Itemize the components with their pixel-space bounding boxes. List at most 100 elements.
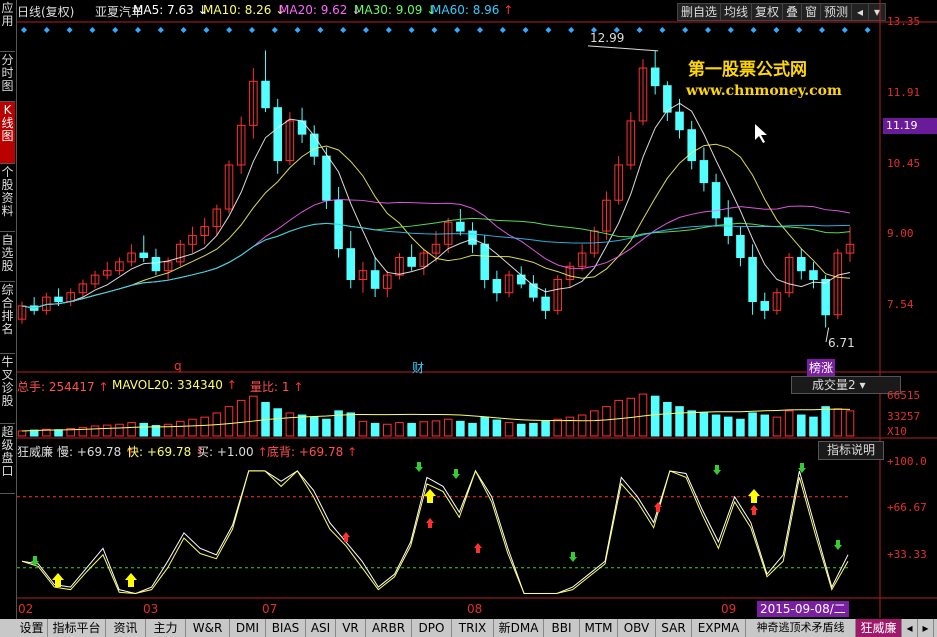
tab-dpo[interactable]: DPO [412, 619, 452, 637]
signal-diamond-icon [522, 27, 529, 33]
volume-bar [687, 410, 696, 437]
volume-axis-label: 66515 [887, 389, 921, 402]
tab-dmi[interactable]: DMI [230, 619, 266, 637]
tab-mtm[interactable]: MTM [580, 619, 618, 637]
candle-body [699, 160, 709, 184]
tab-scroll-right-icon[interactable]: ▸ [918, 619, 934, 637]
volume-bar [650, 395, 660, 437]
candle-body [797, 256, 806, 272]
tab-sar[interactable]: SAR [656, 619, 692, 637]
tab-expma[interactable]: EXPMA [692, 619, 746, 637]
volume-bar [370, 422, 380, 437]
signal-up-arrow-icon [125, 573, 137, 587]
tab-scroll-left-icon[interactable]: ◂ [902, 619, 918, 637]
indicator-divergence: 底背: +69.78 ↑ [267, 445, 358, 459]
volume-bar [407, 422, 416, 437]
tab-indicator-platform[interactable]: 指标平台 [48, 619, 106, 637]
x-axis-label: 09 [721, 602, 737, 616]
candle-body [139, 252, 149, 258]
volume-bar [334, 410, 343, 437]
volume-bar [90, 425, 100, 437]
signal-diamond-icon [841, 27, 848, 33]
signal-diamond-icon [294, 27, 301, 33]
indicator-tab-bar: 设置 指标平台 资讯 主力 W&R DMI BIAS ASI VR ARBR D… [0, 619, 937, 637]
candle-body [736, 234, 745, 258]
candle-body [748, 256, 757, 303]
volume-bar [504, 422, 514, 437]
volume-bar [163, 423, 173, 437]
volume-bar [115, 423, 124, 437]
volume-bar [675, 406, 684, 437]
volume-bar [273, 408, 282, 437]
tab-obv[interactable]: OBV [618, 619, 656, 637]
signal-diamond-icon [89, 27, 96, 33]
signal-up-arrow-icon [748, 489, 760, 503]
tab-settings[interactable]: 设置 [16, 619, 48, 637]
candle-body [675, 111, 684, 131]
signal-diamond-icon [157, 27, 164, 33]
volume-bar [431, 420, 441, 437]
volume-bar [663, 401, 672, 437]
volume-bar [553, 418, 563, 437]
volume-bar [638, 393, 648, 437]
tab-bias[interactable]: BIAS [266, 619, 306, 637]
tab-escape-top[interactable]: 神奇逃顶术矛盾线 [746, 619, 856, 637]
mouse-cursor-icon [755, 124, 767, 143]
kline-chart[interactable] [0, 0, 937, 637]
volume-bar [784, 410, 794, 437]
chevron-down-icon: ▾ [859, 378, 866, 392]
tab-wr[interactable]: W&R [186, 619, 230, 637]
volume-selector[interactable]: 成交量2 ▾ [791, 376, 901, 394]
signal-up-arrow-icon [426, 518, 434, 528]
volume-header: 总手: 254417 ↑ MAVOL20: 334340 ↑ 量比: 1 ↑ [17, 377, 777, 394]
volume-bar [736, 418, 745, 437]
signal-diamond-icon [545, 27, 552, 33]
total-volume: 总手: 254417 ↑ [17, 380, 109, 394]
finance-marker: 财 [412, 361, 425, 375]
candle-body [370, 270, 380, 289]
volume-bar [188, 418, 197, 437]
volume-bar [346, 412, 356, 437]
indicator-axis-label: +100.0 [887, 455, 927, 468]
candle-body [492, 279, 502, 294]
candle-body [273, 107, 282, 162]
tab-main-force[interactable]: 主力 [146, 619, 186, 637]
volume-bar [845, 410, 855, 437]
signal-diamond-icon [43, 27, 50, 33]
tab-new-dma[interactable]: 新DMA [494, 619, 544, 637]
signal-diamond-icon [727, 27, 734, 33]
signal-diamond-icon [568, 27, 575, 33]
tab-vr[interactable]: VR [336, 619, 366, 637]
candle-body [760, 301, 770, 311]
signal-diamond-icon [363, 27, 369, 33]
volume-bar [480, 416, 489, 437]
x-axis-label: 07 [262, 602, 278, 616]
candle-body [711, 182, 721, 219]
tab-trix[interactable]: TRIX [452, 619, 494, 637]
tab-arbr[interactable]: ARBR [366, 619, 412, 637]
volume-bar [602, 406, 611, 437]
indicator-buy: 买: +1.00 ↑ [197, 445, 268, 459]
tab-crazy-williams[interactable]: 狂威廉 [856, 619, 902, 637]
volume-bar [176, 420, 185, 437]
volume-axis-label: X10 [887, 425, 907, 438]
tab-bbi[interactable]: BBI [544, 619, 580, 637]
volume-bar [748, 412, 757, 437]
candle-body [407, 256, 416, 267]
volume-bar [529, 422, 538, 437]
volume-bar [711, 414, 721, 437]
volume-bar [102, 424, 112, 437]
signal-down-arrow-icon [569, 552, 577, 562]
signal-down-arrow-icon [452, 469, 460, 479]
signal-up-arrow-icon [750, 505, 758, 515]
tab-news[interactable]: 资讯 [106, 619, 146, 637]
candle-body [297, 120, 307, 135]
signal-diamond-icon [682, 27, 689, 33]
indicator-help-button[interactable]: 指标说明 [818, 441, 884, 460]
tab-asi[interactable]: ASI [306, 619, 336, 637]
signal-up-arrow-icon [424, 489, 436, 503]
signal-diamond-icon [499, 27, 506, 33]
volume-bar [723, 416, 733, 437]
volume-bar [456, 420, 465, 437]
volume-bar [809, 416, 818, 437]
